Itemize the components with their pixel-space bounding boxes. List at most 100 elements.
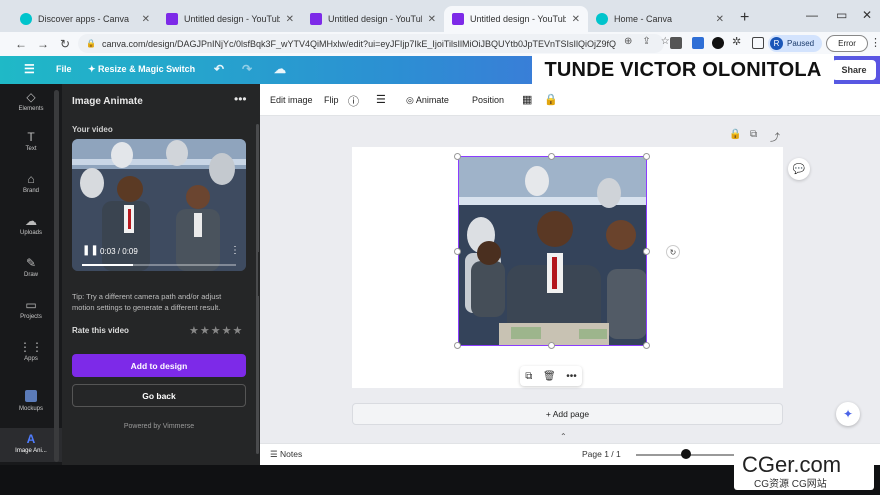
rail-scrollbar[interactable]: [54, 90, 59, 462]
zoom-slider-knob[interactable]: [680, 449, 691, 459]
error-button[interactable]: Error: [826, 35, 868, 52]
cloud-save-icon[interactable]: ☁: [274, 62, 286, 76]
browser-menu-icon[interactable]: ⋮: [870, 36, 880, 49]
close-tab-icon[interactable]: ✕: [572, 14, 580, 25]
bookmark-star-icon[interactable]: ☆: [661, 36, 670, 47]
delete-icon[interactable]: 🗑: [543, 371, 556, 382]
rail-item-mockups[interactable]: Mockups: [0, 390, 62, 418]
lock-icon[interactable]: 🔒: [544, 93, 558, 106]
minimize-icon[interactable]: —: [806, 8, 818, 22]
brand-icon: ⌂: [27, 172, 35, 186]
address-bar[interactable]: 🔒 canva.com/design/DAGJPnINjYc/0lsfBqk3F…: [78, 34, 664, 53]
more-options-icon[interactable]: •••: [234, 92, 247, 106]
zoom-slider[interactable]: [636, 454, 746, 456]
site-info-icon[interactable]: 🔒: [86, 39, 96, 48]
more-actions-icon[interactable]: •••: [566, 371, 577, 382]
transparency-icon[interactable]: ▦: [522, 93, 532, 106]
avatar: R: [770, 37, 783, 50]
add-page-icon[interactable]: ⤴: [770, 129, 780, 144]
new-tab-icon[interactable]: +: [740, 9, 749, 27]
lock-page-icon[interactable]: 🔒: [729, 129, 741, 140]
elements-icon: ◇: [26, 90, 36, 104]
add-page-button[interactable]: + Add page: [352, 403, 783, 425]
rating-stars[interactable]: ★★★★★: [189, 324, 243, 337]
browser-tab-discover-apps[interactable]: Discover apps - Canva ✕: [12, 6, 158, 32]
resize-handle[interactable]: [454, 153, 461, 160]
extensions-puzzle-icon[interactable]: ✲: [732, 35, 744, 48]
back-arrow-icon[interactable]: ←: [10, 37, 32, 51]
your-video-heading: Your video: [72, 125, 113, 134]
redo-icon[interactable]: ↷: [242, 62, 252, 76]
edit-image-button[interactable]: Edit image: [270, 95, 313, 105]
close-tab-icon[interactable]: ✕: [716, 14, 724, 25]
design-image[interactable]: [458, 156, 647, 346]
browser-tab-untitled-design-1[interactable]: Untitled design - YouTube Th ✕: [158, 6, 302, 32]
animate-icon: ◎: [406, 95, 416, 105]
extension-icon[interactable]: [670, 37, 682, 49]
share-button[interactable]: Share: [832, 60, 876, 80]
video-progress-fill: [82, 264, 133, 266]
watermark-sub-text: CG资源 CG网站: [754, 479, 827, 490]
editor-toolbar: Edit image Flip ⓘ ☰ ◎ Animate Position ▦…: [260, 84, 880, 116]
video-progress-bar[interactable]: [82, 264, 236, 266]
element-quick-actions: ⧉ 🗑 •••: [520, 366, 582, 386]
resize-handle[interactable]: [643, 153, 650, 160]
border-style-icon[interactable]: ☰: [376, 93, 386, 106]
animate-button[interactable]: ◎ Animate: [406, 95, 449, 106]
resize-handle[interactable]: [454, 342, 461, 349]
projects-icon: ▭: [25, 298, 37, 312]
rail-item-brand[interactable]: ⌂ Brand: [0, 172, 62, 200]
resize-magic-switch-button[interactable]: ✦ Resize & Magic Switch: [88, 64, 195, 75]
rail-item-projects[interactable]: ▭ Projects: [0, 298, 62, 326]
forward-arrow-icon[interactable]: →: [32, 37, 54, 51]
flip-button[interactable]: Flip: [324, 95, 339, 105]
duplicate-page-icon[interactable]: ⧉: [750, 129, 757, 140]
magic-sparkle-icon[interactable]: ✦: [836, 402, 860, 426]
draw-icon: ✎: [25, 256, 37, 270]
video-preview[interactable]: ❚❚ 0:03 / 0:09 ⋮: [72, 139, 246, 271]
video-options-icon[interactable]: ⋮: [230, 245, 240, 256]
rail-item-text[interactable]: T Text: [0, 130, 62, 158]
close-window-icon[interactable]: ✕: [862, 8, 872, 22]
resize-handle[interactable]: [643, 248, 650, 255]
notes-button[interactable]: ☰ Notes: [270, 449, 302, 460]
zoom-icon[interactable]: ⊕: [624, 36, 632, 47]
rail-item-uploads[interactable]: ☁ Uploads: [0, 214, 62, 242]
chevron-up-icon[interactable]: ⌃: [560, 432, 567, 441]
close-tab-icon[interactable]: ✕: [142, 14, 150, 25]
reload-icon[interactable]: ↻: [54, 37, 76, 51]
add-to-design-button[interactable]: Add to design: [72, 354, 246, 377]
browser-tab-untitled-design-2[interactable]: Untitled design - YouTube Th ✕: [302, 6, 444, 32]
extension-icon[interactable]: [692, 37, 704, 49]
menu-hamburger-icon[interactable]: ☰: [24, 62, 35, 76]
page-indicator[interactable]: Page 1 / 1: [582, 449, 621, 459]
resize-handle[interactable]: [548, 153, 555, 160]
resize-handle[interactable]: [454, 248, 461, 255]
maximize-icon[interactable]: ▭: [836, 8, 847, 22]
browser-tab-home-canva[interactable]: Home - Canva ✕: [588, 6, 732, 32]
rail-item-elements[interactable]: ◇ Elements: [0, 90, 62, 118]
info-icon[interactable]: ⓘ: [348, 93, 359, 109]
profile-status-label: Paused: [787, 39, 815, 48]
file-menu[interactable]: File: [56, 64, 72, 74]
go-back-button[interactable]: Go back: [72, 384, 246, 407]
undo-icon[interactable]: ↶: [214, 62, 224, 76]
rail-item-draw[interactable]: ✎ Draw: [0, 256, 62, 284]
close-tab-icon[interactable]: ✕: [428, 14, 436, 25]
position-button[interactable]: Position: [472, 95, 504, 105]
side-panel-icon[interactable]: [752, 37, 764, 49]
rail-item-image-animate[interactable]: A Image Ani...: [0, 428, 62, 462]
extension-icon[interactable]: [712, 37, 724, 49]
duplicate-icon[interactable]: ⧉: [525, 371, 532, 382]
add-comment-icon[interactable]: 💬: [788, 158, 810, 180]
browser-tab-untitled-design-active[interactable]: Untitled design - YouTube Th ✕: [444, 6, 588, 32]
pause-icon[interactable]: ❚❚: [82, 245, 99, 256]
resize-handle[interactable]: [643, 342, 650, 349]
rail-item-apps[interactable]: ⋮⋮ Apps: [0, 340, 62, 368]
share-page-icon[interactable]: ⇪: [642, 36, 650, 47]
profile-button[interactable]: R Paused: [768, 35, 822, 52]
close-tab-icon[interactable]: ✕: [286, 14, 294, 25]
resize-handle[interactable]: [548, 342, 555, 349]
rotate-handle-icon[interactable]: ↻: [666, 245, 680, 259]
mockups-icon: [25, 390, 37, 402]
